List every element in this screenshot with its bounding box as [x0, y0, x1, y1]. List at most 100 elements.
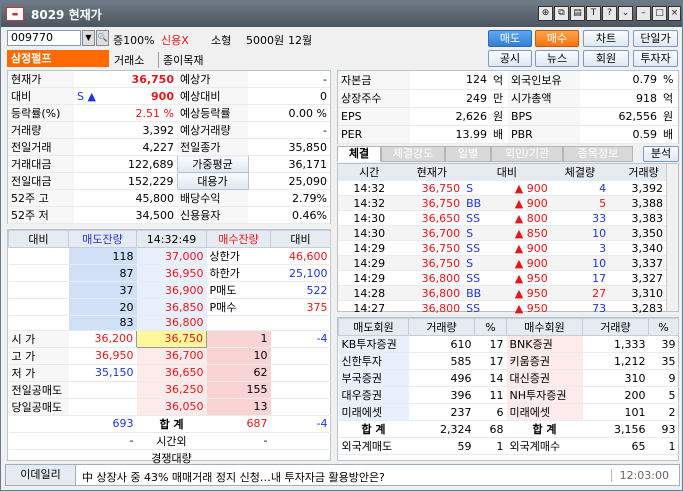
foreign-buy-pct: 1	[648, 437, 679, 455]
summary-value-2: 0	[248, 87, 330, 105]
tab-daily[interactable]: 일별	[445, 146, 491, 162]
summary-row: 전일대금 152,229 대용가 25,090	[8, 172, 330, 190]
ask-info-label: P매도	[206, 281, 271, 299]
bid-diff	[270, 381, 331, 399]
summary-value: 4,227	[74, 138, 177, 156]
buy-button[interactable]: 매수	[535, 30, 579, 47]
menu-icon[interactable]: ⌄	[618, 6, 633, 21]
trade-qty: 3	[550, 240, 610, 256]
pin-icon[interactable]: ⊕	[538, 6, 553, 21]
total-bid: 687	[206, 415, 271, 433]
member-button[interactable]: 회원	[583, 50, 629, 67]
fund-unit: 억	[490, 71, 508, 90]
ask-row: 37 36,900 P매도 522	[8, 281, 331, 299]
news-headline[interactable]: 中 상장사 중 43% 매매거래 정지 신청…내 투자자금 활용방안은?	[82, 469, 385, 485]
summary-value: 2.51 %	[74, 104, 177, 122]
fund-value-2: 0.79	[580, 71, 660, 90]
tab-stock-info[interactable]: 종목정보	[563, 146, 633, 162]
trade-price: 36,750	[400, 240, 464, 256]
trade-price: 36,800	[400, 300, 464, 316]
trade-diff: ▲ 950	[498, 285, 551, 301]
sell-broker: 미래에셋	[338, 403, 409, 421]
trade-diff: ▲ 900	[498, 195, 551, 211]
maximize-icon[interactable]: □	[652, 6, 667, 21]
analysis-button[interactable]: 분석	[643, 146, 679, 162]
fund-unit-2: 배	[660, 125, 678, 144]
sell-broker: 대우증권	[338, 386, 409, 404]
broker-total-label-2: 합 계	[506, 420, 583, 438]
ask-info-value: 375	[270, 298, 331, 316]
minimize-icon[interactable]: –	[636, 6, 651, 21]
fund-label: PER	[338, 125, 410, 144]
fund-value-2: 918	[580, 89, 660, 108]
help-icon[interactable]: ?	[602, 6, 617, 21]
chart-button[interactable]: 차트	[583, 30, 629, 47]
summary-label-2[interactable]: 대용가	[176, 172, 249, 190]
trade-diff: ▲ 900	[498, 180, 551, 196]
ask-diff	[8, 247, 69, 265]
fundamental-row: 자본금 124 억 외국인보유 0.79%	[338, 71, 678, 90]
buy-broker: 미래에셋	[506, 403, 583, 421]
buy-pct: 39	[648, 335, 679, 353]
bid-row: 전일공매도 36,250 155	[8, 381, 331, 399]
trades-table: 시간 현재가 대비 체결량 거래량 14:32 36,750 S ▲ 900 4 3,392 14:3…	[338, 164, 678, 316]
trades-header-cell: 체결량	[550, 164, 610, 181]
broker-header: 매도회원 거래량% 매수회원 거래량%	[338, 318, 679, 336]
buy-pct: 9	[648, 369, 679, 387]
text-icon[interactable]: T	[586, 6, 601, 21]
summary-label-2: 예상거래량	[177, 121, 248, 139]
link-icon[interactable]: ⧉	[554, 6, 569, 21]
trade-time: 14:29	[338, 255, 401, 271]
bid-diff	[270, 347, 331, 365]
ask-price: 36,900	[136, 281, 207, 299]
print-icon[interactable]: ▤	[570, 6, 585, 21]
ask-row: 83 36,800	[8, 315, 331, 331]
ask-row: 20 36,850 P매수 375	[8, 298, 331, 316]
tab-trades[interactable]: 체결	[337, 146, 381, 162]
broker-total-buy: 3,156	[582, 420, 649, 438]
search-icon[interactable]: 🔍	[96, 30, 109, 46]
bid-info-value	[68, 398, 137, 416]
broker-header-cell: %	[474, 318, 507, 336]
bid-price: 36,700	[136, 347, 207, 365]
fundamentals-panel: 자본금 124 억 외국인보유 0.79% 상장주수 249 만 시가총액 918 억 EPS 2,62…	[337, 70, 679, 144]
orderbook-total-row: 693 합 계 687 -4	[8, 415, 331, 433]
broker-row: 대우증권 396 11 NH투자증권 200 5	[338, 386, 679, 404]
bid-row: 시 가 36,200 36,750 1 -4	[8, 329, 331, 348]
ask-info-label	[206, 315, 271, 331]
buy-volume: 1,212	[582, 352, 649, 370]
ask-diff	[8, 264, 69, 282]
notice-button[interactable]: 공시	[488, 50, 532, 67]
trade-time: 14:32	[338, 180, 401, 196]
tab-foreign-inst[interactable]: 외인/기관	[491, 146, 563, 162]
stock-code-input[interactable]: 009770	[7, 30, 81, 46]
cap-size: 소형	[211, 34, 232, 47]
summary-label: 전일대금	[8, 172, 74, 190]
summary-label-2[interactable]: 가중평균	[176, 155, 249, 173]
bid-info-value: 35,150	[68, 364, 137, 382]
ask-qty: 83	[68, 315, 137, 331]
trade-price: 36,800	[400, 285, 464, 301]
trades-scrollbar[interactable]	[666, 164, 678, 311]
orderbook-after-row: - 시간외 -	[8, 432, 331, 450]
trade-time: 14:29	[338, 240, 401, 256]
ask-info-label: P매수	[206, 298, 271, 316]
trade-side: S	[463, 255, 499, 271]
single-price-button[interactable]: 단일가	[633, 30, 678, 47]
trade-diff: ▲ 950	[498, 300, 551, 316]
news-ticker[interactable]: 이데일리 中 상장사 중 43% 매매거래 정지 신청…내 투자자금 활용방안은…	[5, 464, 680, 486]
summary-row: 52주 저 34,500 신용융자 0.46%	[8, 206, 330, 224]
trade-side: SS	[463, 300, 499, 316]
bid-qty: 1	[206, 330, 271, 348]
sell-broker: 신한투자	[338, 352, 409, 370]
investor-button[interactable]: 투자자	[633, 50, 678, 67]
buy-volume: 1,333	[582, 335, 649, 353]
trade-diff: ▲ 850	[498, 225, 551, 241]
close-icon[interactable]: ×	[668, 6, 681, 21]
news-button[interactable]: 뉴스	[535, 50, 579, 67]
trade-time: 14:28	[338, 285, 401, 301]
sell-button[interactable]: 매도	[488, 30, 532, 47]
chevron-down-icon[interactable]: ▼	[82, 30, 95, 46]
trade-qty: 4	[550, 180, 610, 196]
tab-strength[interactable]: 체결강도	[381, 146, 445, 162]
